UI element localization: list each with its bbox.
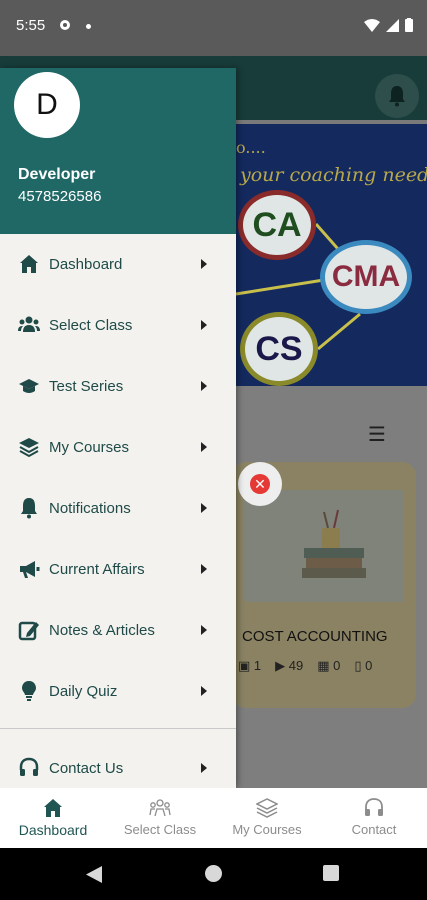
status-indicators bbox=[364, 18, 413, 32]
status-bar: 5:55 bbox=[0, 0, 427, 56]
course-stat-documents-value: 1 bbox=[253, 658, 262, 673]
back-icon[interactable] bbox=[86, 866, 102, 883]
notification-dot-icon bbox=[86, 24, 91, 29]
drawer-item-label: Select Class bbox=[49, 316, 133, 334]
megaphone-icon bbox=[20, 561, 40, 578]
bottom-nav-contact[interactable]: Contact bbox=[321, 788, 427, 848]
course-title: COST ACCOUNTING bbox=[242, 628, 388, 645]
graduation-cap-icon bbox=[19, 379, 39, 393]
course-stat-images: ▦ 0 bbox=[317, 658, 341, 673]
bell-icon bbox=[389, 86, 405, 107]
chevron-right-icon bbox=[201, 259, 207, 269]
banner-bubble-ca: CA bbox=[238, 190, 316, 260]
drawer-item-label: Daily Quiz bbox=[49, 682, 118, 700]
battery-icon bbox=[405, 18, 413, 32]
bell-icon bbox=[21, 498, 37, 519]
user-phone: 4578526586 bbox=[18, 188, 102, 205]
navigation-drawer: D Developer 4578526586 Dashboard Select … bbox=[0, 68, 236, 788]
home-icon bbox=[20, 255, 38, 273]
chevron-right-icon bbox=[201, 564, 207, 574]
recent-apps-icon[interactable] bbox=[323, 865, 339, 881]
banner-bubble-cs: CS bbox=[240, 312, 318, 386]
close-drawer-button[interactable]: ✕ bbox=[238, 462, 282, 506]
chevron-right-icon bbox=[201, 763, 207, 773]
bottom-nav-label: My Courses bbox=[232, 822, 302, 837]
settings-gear-icon bbox=[60, 20, 70, 30]
course-stat-tests: ▯ 0 bbox=[354, 658, 373, 673]
drawer-item-dashboard[interactable]: Dashboard bbox=[0, 236, 236, 292]
edit-icon bbox=[18, 621, 39, 641]
drawer-item-label: Notifications bbox=[49, 499, 131, 517]
drawer-item-label: Current Affairs bbox=[49, 560, 145, 578]
people-icon bbox=[149, 799, 171, 817]
home-button-icon[interactable] bbox=[205, 865, 222, 882]
status-time: 5:55 bbox=[16, 17, 46, 34]
lightbulb-icon bbox=[22, 681, 36, 701]
chevron-right-icon bbox=[201, 442, 207, 452]
bottom-nav-label: Contact bbox=[351, 822, 397, 837]
layers-icon bbox=[19, 438, 39, 458]
headset-icon bbox=[365, 798, 383, 816]
chevron-right-icon bbox=[201, 503, 207, 513]
drawer-item-label: Notes & Articles bbox=[49, 621, 155, 639]
chevron-right-icon bbox=[201, 686, 207, 696]
drawer-item-label: Contact Us bbox=[49, 759, 124, 777]
system-navigation-bar bbox=[0, 848, 427, 900]
chevron-right-icon bbox=[201, 625, 207, 635]
bottom-nav-select-class[interactable]: Select Class bbox=[107, 788, 213, 848]
drawer-header: D Developer 4578526586 bbox=[0, 68, 236, 234]
drawer-item-label: My Courses bbox=[49, 438, 130, 456]
drawer-item-notifications[interactable]: Notifications bbox=[0, 480, 236, 536]
signal-icon bbox=[386, 18, 399, 32]
drawer-item-notes-articles[interactable]: Notes & Articles bbox=[0, 602, 236, 658]
chevron-right-icon bbox=[201, 320, 207, 330]
drawer-item-test-series[interactable]: Test Series bbox=[0, 358, 236, 414]
avatar[interactable]: D bbox=[14, 72, 80, 138]
notifications-button[interactable] bbox=[375, 74, 419, 118]
bottom-nav-label: Select Class bbox=[123, 822, 197, 837]
chevron-right-icon bbox=[201, 381, 207, 391]
banner-bubble-cma: CMA bbox=[320, 240, 412, 314]
wifi-icon bbox=[364, 18, 380, 32]
course-thumbnail bbox=[244, 490, 404, 602]
drawer-item-label: Dashboard bbox=[49, 255, 123, 273]
bottom-nav-my-courses[interactable]: My Courses bbox=[214, 788, 320, 848]
course-stat-tests-value: 0 bbox=[365, 658, 373, 673]
close-icon: ✕ bbox=[250, 474, 270, 494]
bottom-nav-label: Dashboard bbox=[18, 822, 88, 838]
drawer-divider bbox=[0, 728, 236, 729]
headset-icon bbox=[19, 757, 39, 776]
course-stat-videos: ▶ 49 bbox=[275, 658, 304, 673]
drawer-item-my-courses[interactable]: My Courses bbox=[0, 419, 236, 475]
user-name: Developer bbox=[18, 166, 96, 183]
list-view-icon[interactable]: ☰ bbox=[368, 422, 386, 447]
drawer-item-label: Test Series bbox=[49, 377, 124, 395]
drawer-item-current-affairs[interactable]: Current Affairs bbox=[0, 541, 236, 597]
drawer-item-select-class[interactable]: Select Class bbox=[0, 297, 236, 353]
books-illustration-icon bbox=[302, 509, 366, 578]
course-stat-images-value: 0 bbox=[333, 658, 341, 673]
course-stats: ▣ 1 ▶ 49 ▦ 0 ▯ 0 bbox=[238, 658, 372, 674]
bottom-nav-dashboard[interactable]: Dashboard bbox=[0, 788, 106, 848]
course-stat-videos-value: 49 bbox=[288, 658, 304, 673]
people-icon bbox=[18, 316, 40, 332]
course-stat-documents: ▣ 1 bbox=[238, 658, 262, 673]
drawer-item-daily-quiz[interactable]: Daily Quiz bbox=[0, 663, 236, 719]
bottom-navigation: Dashboard Select Class My Courses Contac… bbox=[0, 788, 427, 848]
layers-icon bbox=[256, 798, 278, 818]
home-icon bbox=[44, 799, 62, 817]
